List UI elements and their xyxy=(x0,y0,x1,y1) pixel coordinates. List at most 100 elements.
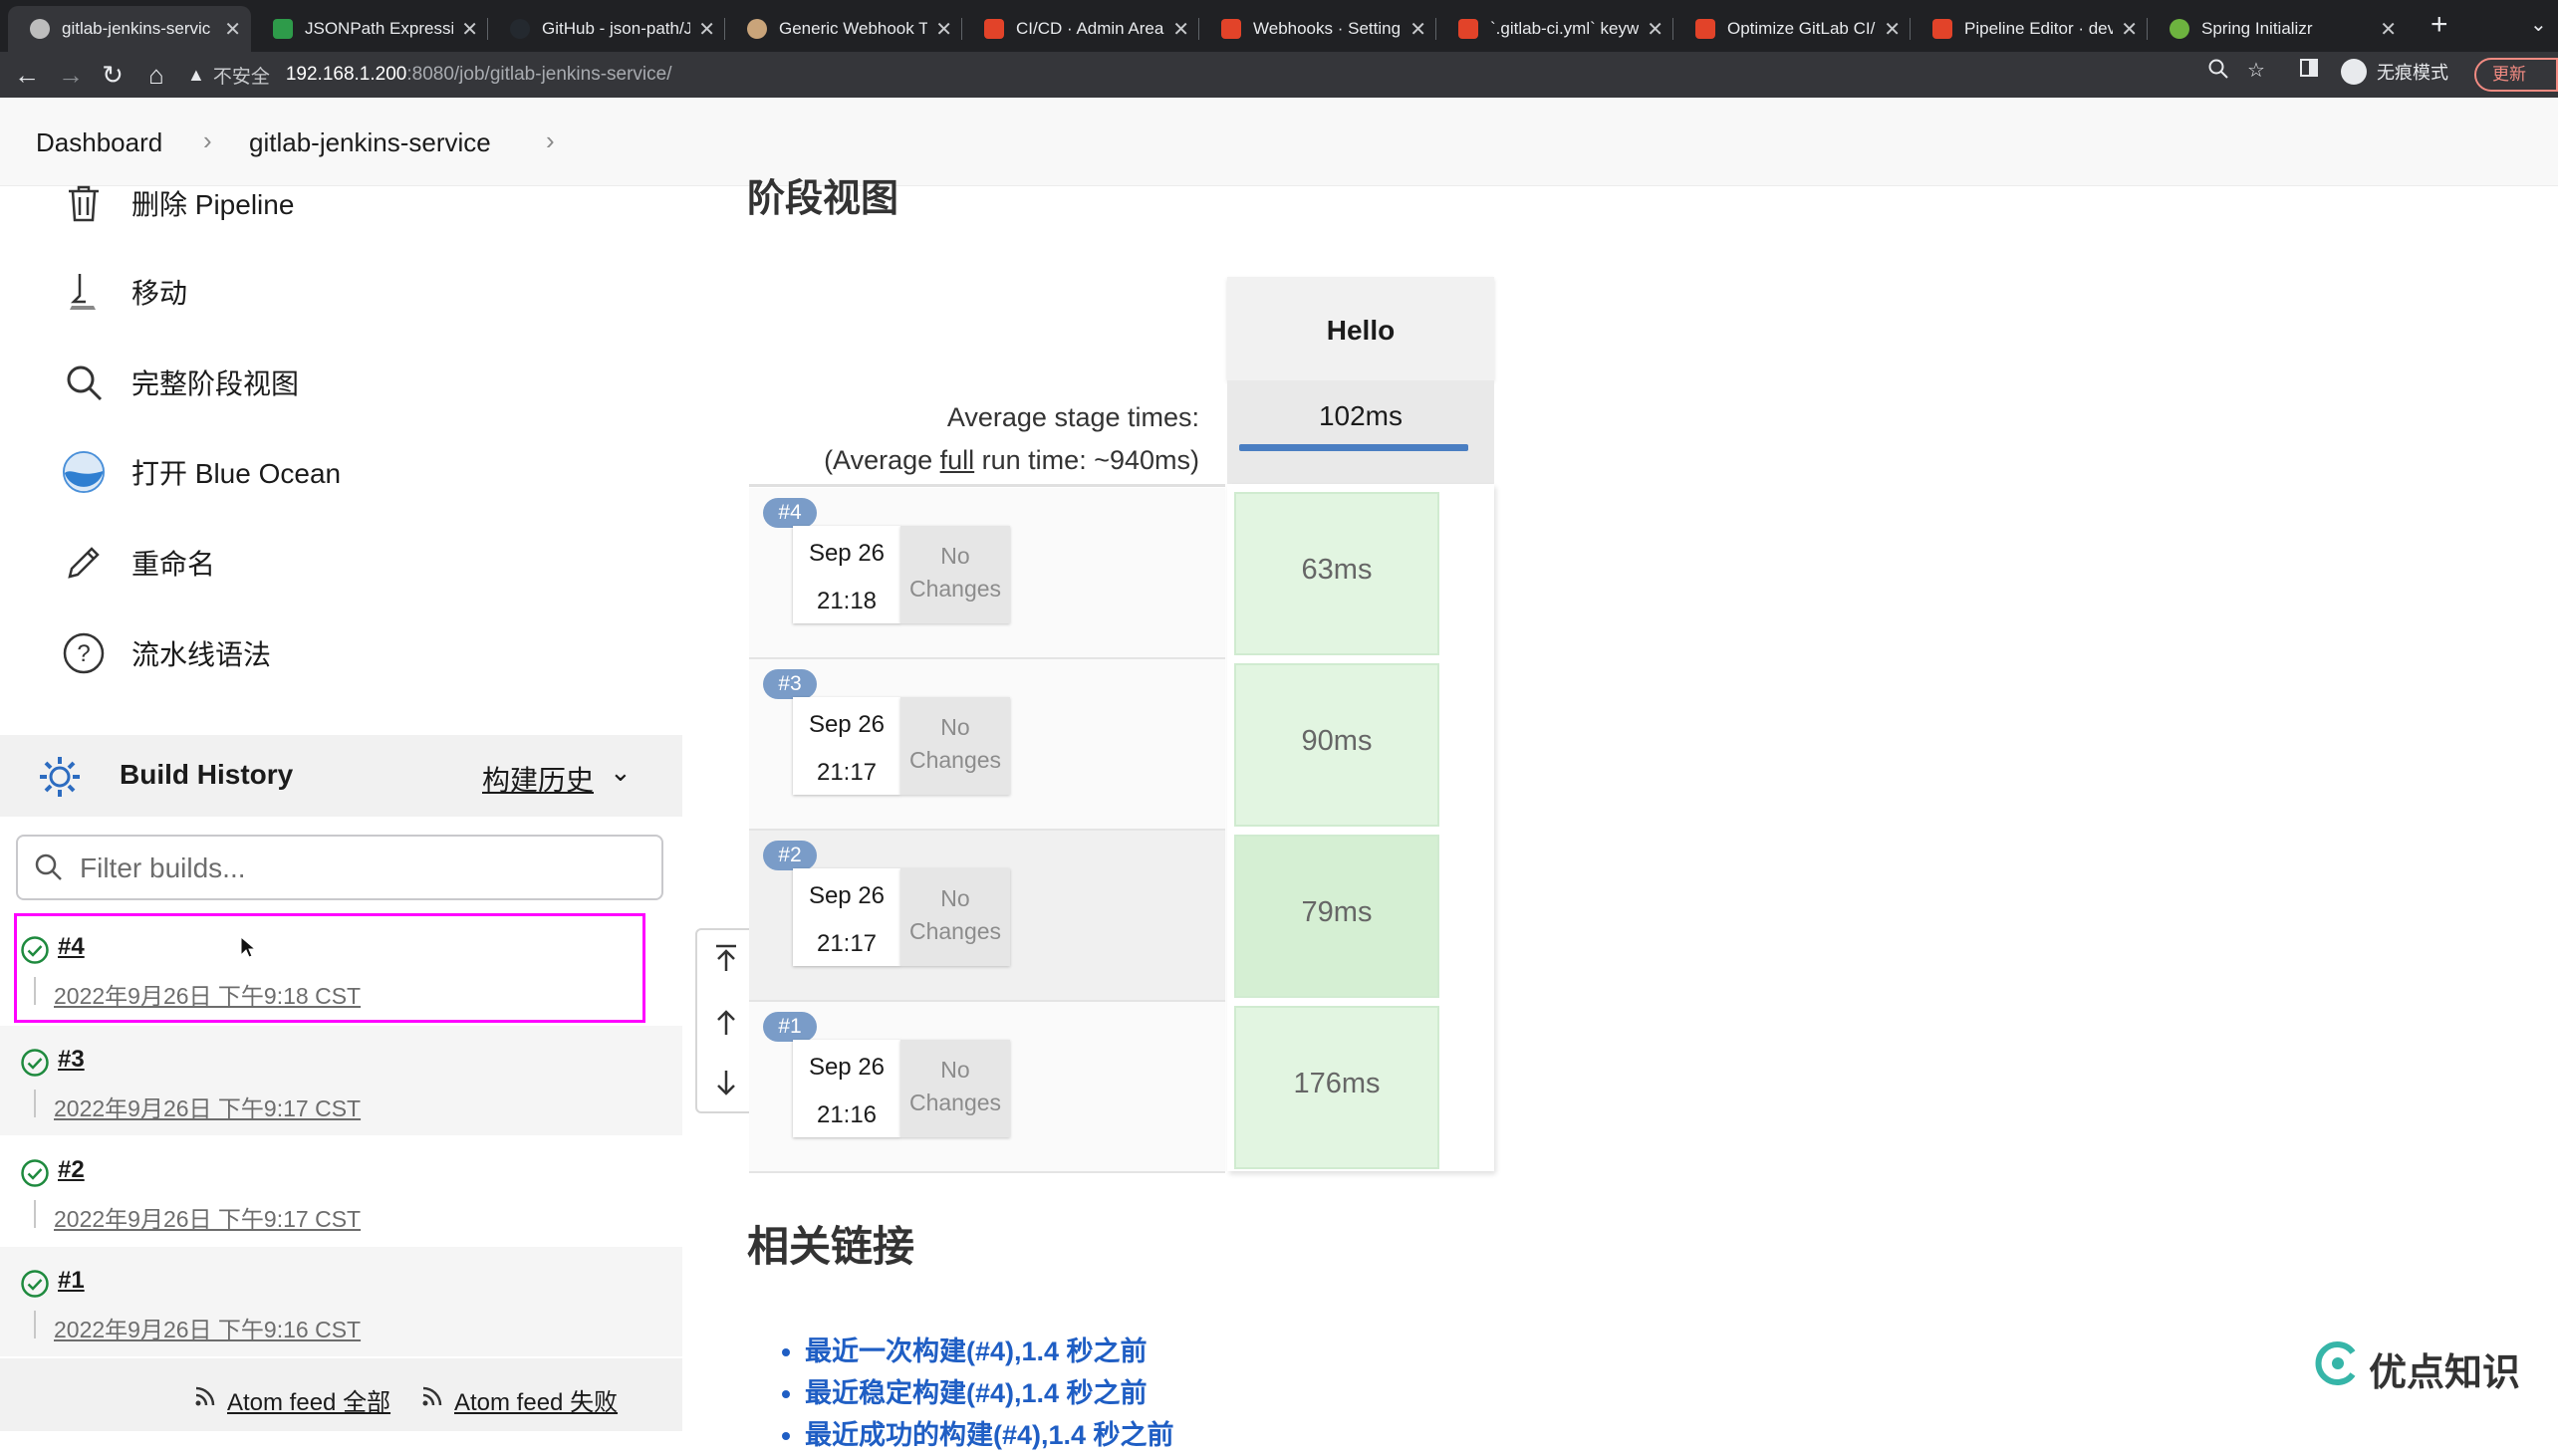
atom-feed-failed-link[interactable]: Atom feed 失败 xyxy=(420,1382,618,1417)
browser-tab-cicd-admin[interactable]: CI/CD · Admin Area ✕ xyxy=(962,6,1199,52)
build-number-link[interactable]: #1 xyxy=(58,1267,85,1295)
stage-duration-cell[interactable]: 63ms xyxy=(1234,492,1439,655)
sidebar-item-move[interactable]: 移动 xyxy=(62,267,187,317)
build-row[interactable]: #1 2022年9月26日 下午9:16 CST xyxy=(0,1247,682,1356)
address-bar[interactable]: ▲ 不安全 192.168.1.200 :8080/job/gitlab-jen… xyxy=(187,55,2179,95)
update-button[interactable]: 更新 xyxy=(2474,58,2558,92)
build-trend-link[interactable]: 构建历史 xyxy=(482,759,594,799)
sidebar-item-label: 完整阶段视图 xyxy=(131,368,300,399)
close-icon[interactable]: ✕ xyxy=(2380,17,2397,42)
browser-tab-generic-webhook[interactable]: Generic Webhook Tr ✕ xyxy=(725,6,962,52)
divider xyxy=(749,484,1225,487)
run-date-box: Sep 26 21:17 xyxy=(793,697,900,795)
new-tab-button[interactable]: + xyxy=(2430,8,2448,42)
avg-suffix: run time: ~940ms) xyxy=(974,445,1199,475)
close-icon[interactable]: ✕ xyxy=(1409,17,1426,42)
stage-header: Hello xyxy=(1227,277,1494,380)
changes-line: No xyxy=(940,543,970,569)
chevron-right-icon[interactable]: › xyxy=(546,125,555,156)
stage-duration-cell[interactable]: 90ms xyxy=(1234,663,1439,827)
build-row[interactable]: #3 2022年9月26日 下午9:17 CST xyxy=(0,1026,682,1135)
breadcrumb-dashboard[interactable]: Dashboard xyxy=(36,127,162,158)
last-stable-build-link[interactable]: 最近稳定构建(#4),1.4 秒之前 xyxy=(805,1378,1148,1408)
run-info-cell: #2 Sep 26 21:17 No Changes xyxy=(749,831,1225,1002)
last-successful-build-link[interactable]: 最近成功的构建(#4),1.4 秒之前 xyxy=(805,1420,1174,1450)
build-date-link[interactable]: 2022年9月26日 下午9:17 CST xyxy=(54,1200,361,1234)
run-badge[interactable]: #1 xyxy=(763,1012,817,1042)
stage-duration: 79ms xyxy=(1301,896,1373,928)
browser-tab-gitlab-ci[interactable]: `.gitlab-ci.yml` keyw ✕ xyxy=(1436,6,1673,52)
scroll-to-top-icon[interactable] xyxy=(711,938,741,978)
tab-search-icon[interactable]: ⌄ xyxy=(2530,12,2547,37)
no-changes-box[interactable]: No Changes xyxy=(900,868,1010,966)
browser-tab-jenkins[interactable]: gitlab-jenkins-servic ✕ xyxy=(8,6,251,52)
stage-name: Hello xyxy=(1326,315,1396,346)
search-icon xyxy=(62,361,106,404)
svg-text:?: ? xyxy=(77,640,90,667)
close-icon[interactable]: ✕ xyxy=(698,17,715,42)
run-badge[interactable]: #2 xyxy=(763,841,817,870)
atom-feed-all-link[interactable]: Atom feed 全部 xyxy=(193,1382,390,1417)
breadcrumb-job[interactable]: gitlab-jenkins-service xyxy=(249,127,491,158)
chevron-down-icon[interactable]: ⌄ xyxy=(610,757,632,788)
no-changes-box[interactable]: No Changes xyxy=(900,697,1010,795)
close-icon[interactable]: ✕ xyxy=(2121,17,2138,42)
forward-icon[interactable]: → xyxy=(56,60,86,90)
side-panel-icon[interactable] xyxy=(2299,58,2319,84)
build-date-link[interactable]: 2022年9月26日 下午9:16 CST xyxy=(54,1311,361,1344)
close-icon[interactable]: ✕ xyxy=(1884,17,1901,42)
browser-tab-github[interactable]: GitHub - json-path/J ✕ xyxy=(488,6,725,52)
browser-tab-pipeline-editor[interactable]: Pipeline Editor · dev ✕ xyxy=(1911,6,2148,52)
sidebar-item-delete-pipeline[interactable]: 删除 Pipeline xyxy=(62,178,294,228)
sidebar-item-blue-ocean[interactable]: 打开 Blue Ocean xyxy=(62,447,341,497)
run-date-box: Sep 26 21:17 xyxy=(793,868,900,966)
changes-line: No xyxy=(940,1057,970,1083)
build-row[interactable]: #2 2022年9月26日 下午9:17 CST xyxy=(0,1136,682,1246)
sidebar-item-full-stage-view[interactable]: 完整阶段视图 xyxy=(62,358,299,407)
no-changes-box[interactable]: No Changes xyxy=(900,1040,1010,1137)
close-icon[interactable]: ✕ xyxy=(1172,17,1189,42)
sidebar-item-pipeline-syntax[interactable]: ? 流水线语法 xyxy=(62,628,271,678)
build-number-link[interactable]: #3 xyxy=(58,1046,85,1074)
list-item: 最近一次构建(#4),1.4 秒之前 xyxy=(805,1331,1174,1372)
run-badge[interactable]: #4 xyxy=(763,498,817,528)
related-links-list: 最近一次构建(#4),1.4 秒之前 最近稳定构建(#4),1.4 秒之前 最近… xyxy=(805,1331,1174,1456)
no-changes-box[interactable]: No Changes xyxy=(900,526,1010,623)
stage-duration-cell[interactable]: 176ms xyxy=(1234,1006,1439,1169)
home-icon[interactable]: ⌂ xyxy=(141,60,171,90)
browser-tab-webhooks[interactable]: Webhooks · Setting ✕ xyxy=(1199,6,1436,52)
browser-tab-spring[interactable]: Spring Initializr ✕ xyxy=(2148,6,2407,52)
sidebar-item-rename[interactable]: 重命名 xyxy=(62,538,215,588)
average-stage-times-text: Average stage times: xyxy=(946,402,1199,432)
browser-tab-optimize-gitlab[interactable]: Optimize GitLab CI/C ✕ xyxy=(1673,6,1911,52)
stage-duration-cell[interactable]: 79ms xyxy=(1234,835,1439,998)
close-icon[interactable]: ✕ xyxy=(461,17,478,42)
stage-duration: 63ms xyxy=(1301,554,1373,586)
build-number-link[interactable]: #2 xyxy=(58,1156,85,1184)
watermark: 优点知识 xyxy=(2315,1340,2520,1396)
success-check-icon xyxy=(20,1269,50,1304)
browser-tab-strip: gitlab-jenkins-servic ✕ JSONPath Express… xyxy=(0,0,2558,52)
run-info-cell: #1 Sep 26 21:16 No Changes xyxy=(749,1002,1225,1173)
scroll-helper xyxy=(695,928,757,1113)
close-icon[interactable]: ✕ xyxy=(1647,17,1663,42)
back-icon[interactable]: ← xyxy=(12,60,42,90)
close-icon[interactable]: ✕ xyxy=(224,17,241,42)
zoom-icon[interactable] xyxy=(2207,58,2229,86)
bookmark-star-icon[interactable]: ☆ xyxy=(2247,58,2265,83)
build-history-header: Build History 构建历史 ⌄ xyxy=(0,735,682,817)
gitlab-favicon-icon xyxy=(1932,19,1952,39)
list-item: 最近稳定构建(#4),1.4 秒之前 xyxy=(805,1372,1174,1414)
build-date-link[interactable]: 2022年9月26日 下午9:17 CST xyxy=(54,1090,361,1123)
tab-label: CI/CD · Admin Area xyxy=(1016,19,1164,38)
incognito-indicator[interactable]: 无痕模式 xyxy=(2341,59,2448,85)
scroll-down-icon[interactable] xyxy=(711,1064,741,1103)
run-badge[interactable]: #3 xyxy=(763,669,817,699)
browser-tab-jsonpath[interactable]: JSONPath Expressic ✕ xyxy=(251,6,488,52)
filter-builds-input[interactable] xyxy=(78,847,640,890)
scroll-up-icon[interactable] xyxy=(711,1002,741,1042)
last-build-link[interactable]: 最近一次构建(#4),1.4 秒之前 xyxy=(805,1336,1148,1366)
close-icon[interactable]: ✕ xyxy=(935,17,952,42)
average-times-label: Average stage times: (Average full run t… xyxy=(749,396,1199,482)
reload-icon[interactable]: ↻ xyxy=(98,60,128,90)
